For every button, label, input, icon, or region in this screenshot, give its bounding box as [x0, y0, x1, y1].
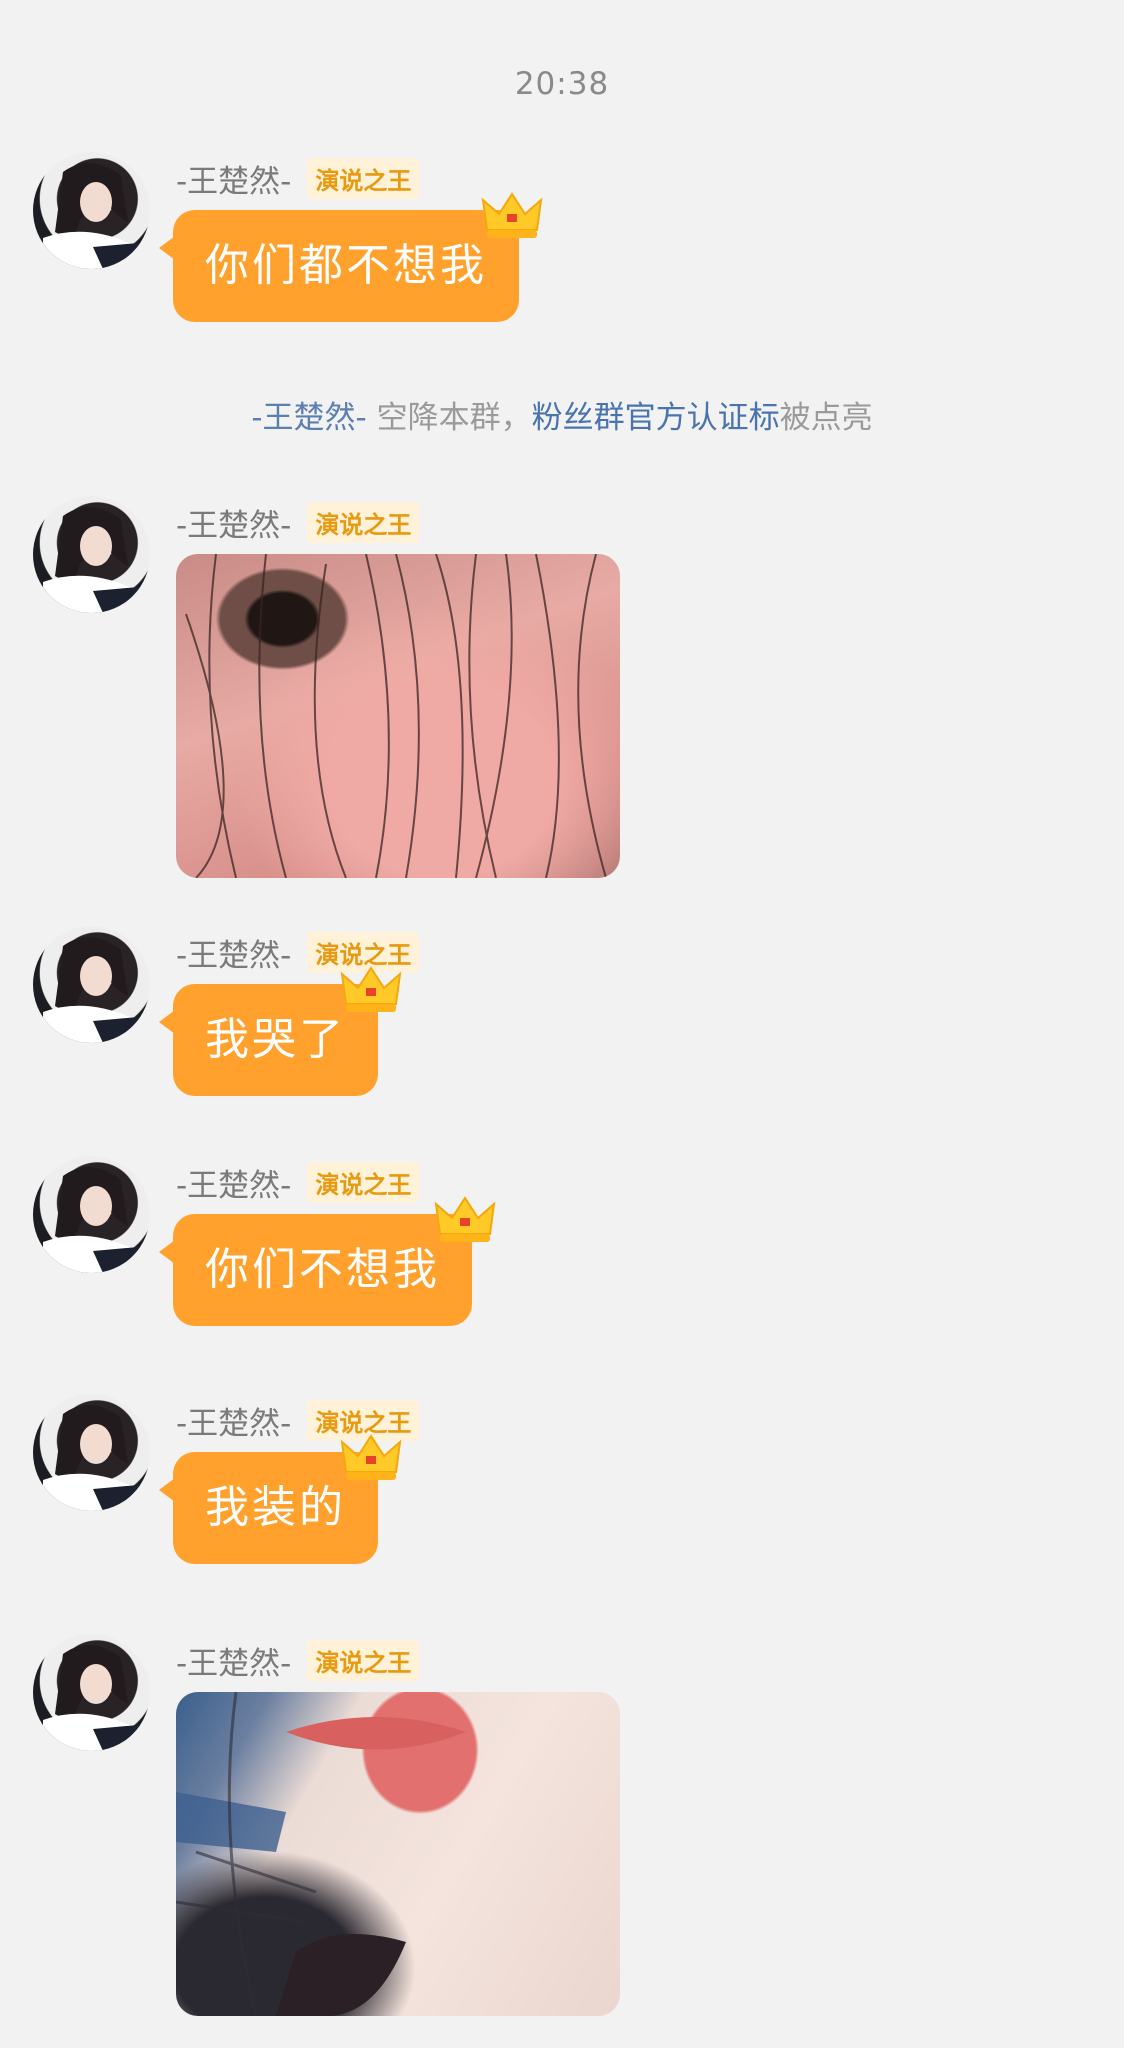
message-bubble[interactable]: 你们不想我	[159, 1196, 496, 1326]
crown-icon	[434, 1196, 496, 1242]
message-bubble[interactable]: 你们都不想我	[159, 192, 543, 322]
notice-text-end: 被点亮	[779, 400, 873, 436]
bubble-tail	[159, 1478, 175, 1502]
sender-name[interactable]: -王楚然-	[176, 1638, 291, 1683]
sender-name[interactable]: -王楚然-	[176, 500, 291, 545]
sender-badge: 演说之王	[307, 1161, 420, 1203]
certification-link[interactable]: 粉丝群官方认证标	[532, 400, 780, 436]
sender-badge: 演说之王	[307, 157, 420, 199]
system-notice: -王楚然- 空降本群，粉丝群官方认证标被点亮	[0, 392, 1124, 437]
bubble-tail	[159, 236, 175, 260]
message-text: 我哭了	[205, 1014, 346, 1065]
crown-icon	[340, 1434, 402, 1480]
message-text: 我装的	[205, 1482, 346, 1533]
sender-badge: 演说之王	[307, 1639, 420, 1681]
avatar[interactable]	[33, 926, 150, 1043]
sender-name[interactable]: -王楚然-	[176, 156, 291, 201]
avatar[interactable]	[33, 1156, 150, 1273]
crown-icon	[481, 192, 543, 238]
sender-badge: 演说之王	[307, 501, 420, 543]
sender-name[interactable]: -王楚然-	[176, 1160, 291, 1205]
photo-details	[176, 1692, 466, 2016]
bubble-tail	[159, 1010, 175, 1034]
lips-photo[interactable]	[176, 1692, 620, 2016]
avatar[interactable]	[33, 1394, 150, 1511]
message-text: 你们不想我	[205, 1244, 440, 1295]
sender-name[interactable]: -王楚然-	[176, 1398, 291, 1443]
notice-name-link[interactable]: -王楚然-	[251, 400, 366, 436]
crown-icon	[340, 966, 402, 1012]
avatar[interactable]	[33, 496, 150, 613]
avatar[interactable]	[33, 152, 150, 269]
message-timestamp: 20:38	[514, 66, 610, 102]
message-text: 你们都不想我	[205, 240, 487, 291]
sender-name[interactable]: -王楚然-	[176, 930, 291, 975]
message-bubble[interactable]: 我装的	[159, 1434, 402, 1564]
bubble-tail	[159, 1240, 175, 1264]
avatar[interactable]	[33, 1634, 150, 1751]
notice-text: 空降本群，	[366, 400, 532, 436]
hair-strands	[185, 554, 607, 878]
message-bubble[interactable]: 我哭了	[159, 966, 402, 1096]
eye-photo[interactable]	[176, 554, 620, 878]
